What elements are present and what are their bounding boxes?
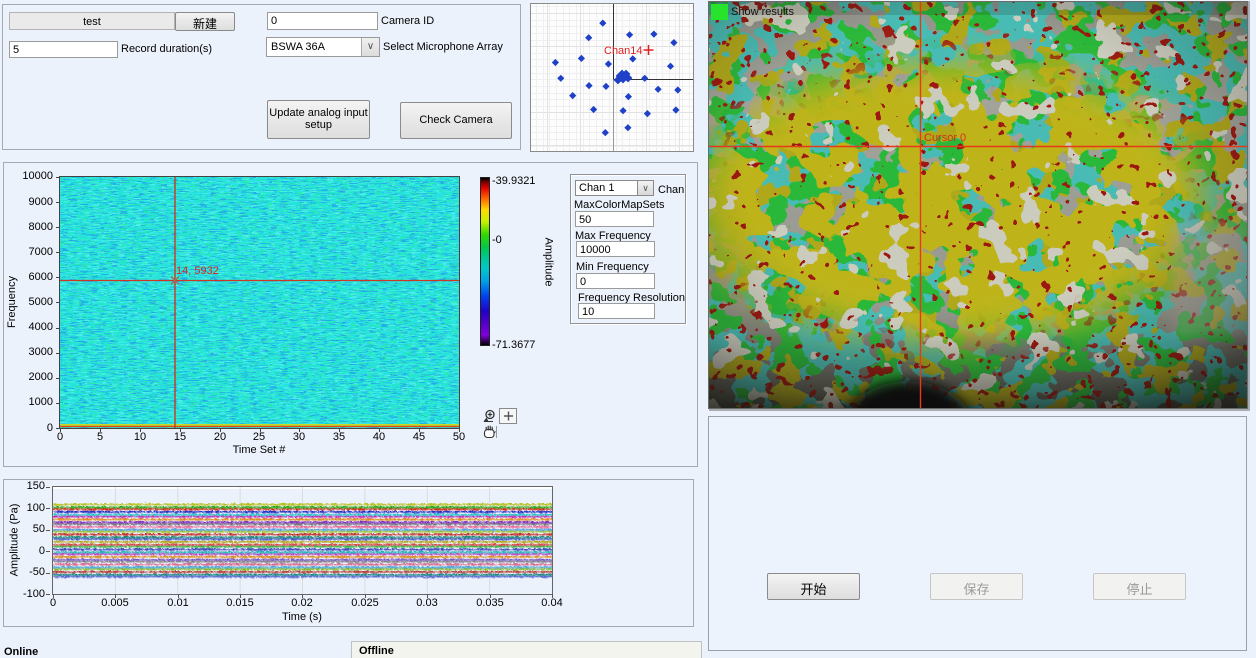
svg-text:Cursor 0: Cursor 0 — [924, 132, 966, 144]
svg-text:Show results: Show results — [731, 6, 794, 18]
svg-text:Chan14: Chan14 — [604, 45, 643, 57]
svg-text:14, 5932: 14, 5932 — [176, 265, 219, 277]
